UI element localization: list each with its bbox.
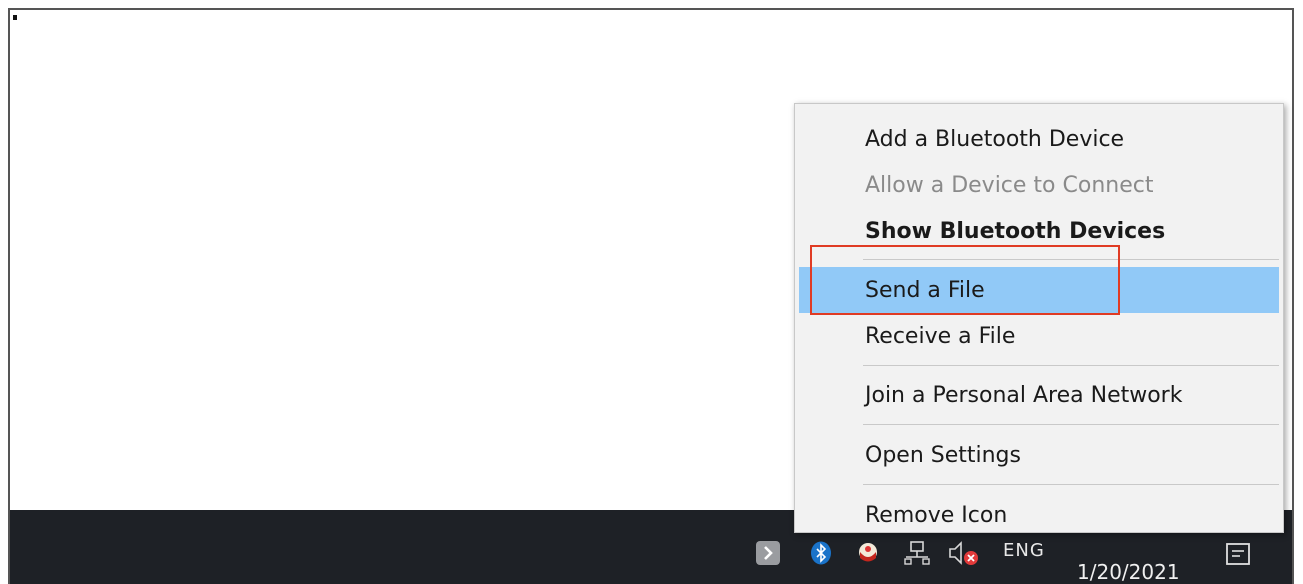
network-icon[interactable] — [903, 540, 931, 566]
app-tray-icon[interactable] — [856, 540, 880, 566]
menu-item-open-settings[interactable]: Open Settings — [795, 432, 1283, 478]
menu-item-remove-icon[interactable]: Remove Icon — [795, 492, 1283, 538]
clock-date[interactable]: 1/20/2021 — [1077, 560, 1180, 584]
menu-item-receive-a-file[interactable]: Receive a File — [795, 313, 1283, 359]
menu-item-allow-device-to-connect: Allow a Device to Connect — [865, 172, 1154, 198]
menu-separator — [863, 424, 1279, 425]
show-hidden-icons-chevron-icon[interactable] — [756, 541, 780, 565]
menu-separator — [863, 484, 1279, 485]
corner-marker — [13, 15, 17, 20]
menu-separator — [863, 365, 1279, 366]
highlight-annotation-box — [810, 245, 1120, 315]
menu-item-join-personal-area-network[interactable]: Join a Personal Area Network — [795, 372, 1283, 418]
bluetooth-context-menu: Add a Bluetooth Device Allow a Device to… — [794, 103, 1284, 533]
volume-muted-icon[interactable] — [947, 540, 981, 566]
bluetooth-icon[interactable] — [810, 541, 832, 565]
menu-item-add-bluetooth-device[interactable]: Add a Bluetooth Device — [795, 116, 1283, 162]
action-center-icon[interactable] — [1225, 542, 1251, 566]
language-indicator[interactable]: ENG — [1003, 540, 1045, 561]
